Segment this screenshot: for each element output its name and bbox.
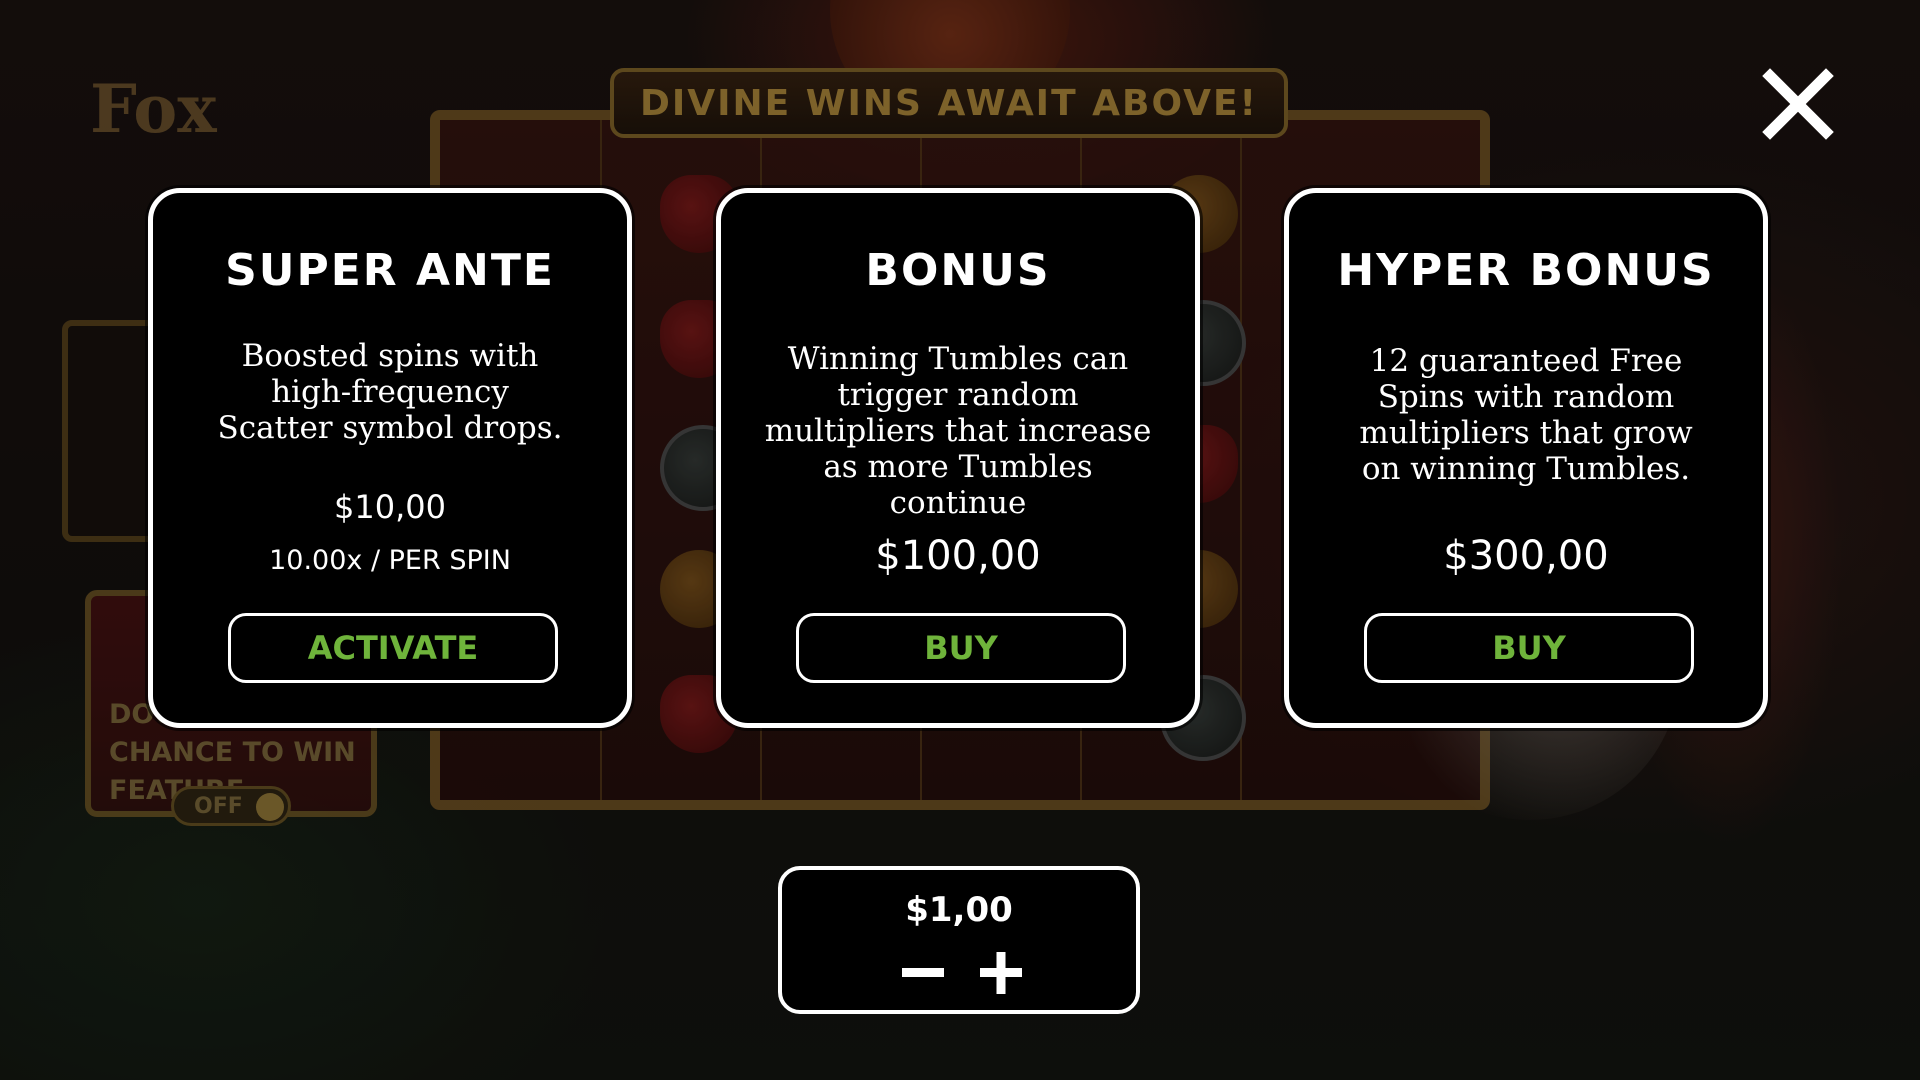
close-button[interactable] bbox=[1760, 66, 1836, 142]
buy-bonus-button[interactable]: BUY bbox=[796, 613, 1126, 683]
card-per-spin: 10.00x / PER SPIN bbox=[269, 545, 511, 576]
bet-selector: $1,00 bbox=[778, 866, 1140, 1014]
bet-value: $1,00 bbox=[905, 890, 1013, 930]
hyper-bonus-card: HYPER BONUS 12 guaranteed Free Spins wit… bbox=[1284, 188, 1768, 728]
card-price: $10,00 bbox=[334, 488, 446, 526]
buy-hyper-bonus-button[interactable]: BUY bbox=[1364, 613, 1694, 683]
super-ante-card: SUPER ANTE Boosted spins with high-frequ… bbox=[148, 188, 632, 728]
card-title: HYPER BONUS bbox=[1337, 245, 1715, 296]
card-title: BONUS bbox=[865, 245, 1051, 296]
card-description: Winning Tumbles can trigger random multi… bbox=[764, 341, 1152, 521]
card-description: Boosted spins with high-frequency Scatte… bbox=[217, 338, 563, 446]
plus-icon bbox=[980, 952, 1022, 994]
increase-bet-button[interactable] bbox=[978, 950, 1024, 996]
card-title: SUPER ANTE bbox=[225, 245, 555, 296]
card-description: 12 guaranteed Free Spins with random mul… bbox=[1359, 343, 1693, 487]
minus-icon bbox=[902, 968, 944, 977]
decrease-bet-button[interactable] bbox=[900, 950, 946, 996]
close-icon bbox=[1762, 68, 1834, 140]
card-price: $300,00 bbox=[1443, 533, 1609, 579]
game-stage: DIVINE WINS AWAIT ABOVE! Fox DOUBLE CHAN… bbox=[0, 0, 1920, 1080]
activate-button[interactable]: ACTIVATE bbox=[228, 613, 558, 683]
card-price: $100,00 bbox=[875, 533, 1041, 579]
bonus-card: BONUS Winning Tumbles can trigger random… bbox=[716, 188, 1200, 728]
